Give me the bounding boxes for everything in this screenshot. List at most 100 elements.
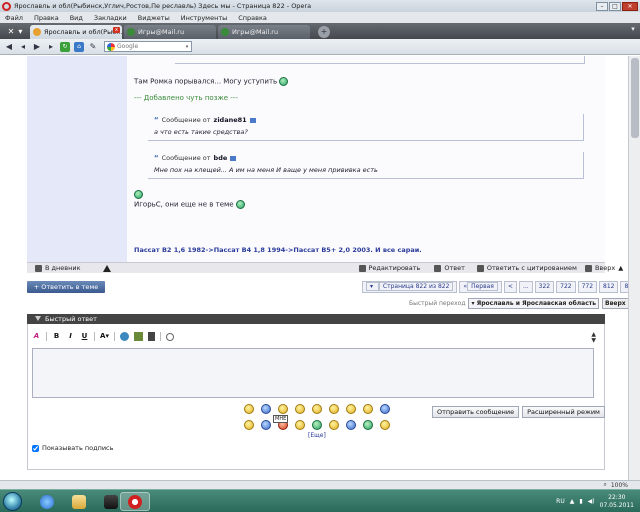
smiley-icon[interactable] <box>380 420 390 430</box>
quote-author[interactable]: zidane81 <box>214 116 247 124</box>
view-post-icon[interactable] <box>230 155 237 161</box>
quote-reply-button[interactable]: Ответить с цитированием <box>476 264 577 272</box>
smiley-icon[interactable] <box>261 404 271 414</box>
edit-pen-icon[interactable]: ✎ <box>88 42 98 52</box>
smiley-icon[interactable] <box>329 420 339 430</box>
search-box[interactable]: ▾ <box>104 41 192 52</box>
language-indicator[interactable]: RU <box>556 498 565 505</box>
scroll-top-button[interactable]: Вверх ▲ <box>584 264 623 272</box>
smiley-icon[interactable] <box>363 404 373 414</box>
insert-link-icon[interactable] <box>120 332 129 341</box>
toolbar-separator <box>114 332 115 341</box>
insert-image-icon[interactable] <box>134 332 143 341</box>
taskbar-opera[interactable] <box>120 492 150 511</box>
rewind-icon[interactable]: ◂ <box>18 42 28 52</box>
view-post-icon[interactable] <box>249 117 256 123</box>
more-smileys-link[interactable]: [Еще] <box>308 432 326 439</box>
search-engine-dropdown-icon[interactable]: ▾ <box>183 44 191 50</box>
tab-games-1[interactable]: Игры@Mail.ru <box>124 25 216 39</box>
resize-textarea-icon[interactable]: ▲ ▼ <box>591 332 596 344</box>
insert-quote-icon[interactable] <box>166 332 174 341</box>
maximize-button[interactable]: □ <box>609 1 621 11</box>
page-link[interactable]: 722 <box>556 281 576 293</box>
clock[interactable]: 22:30 07.05.2011 <box>600 494 634 510</box>
close-window-button[interactable]: ✕ <box>622 1 638 11</box>
minimize-button[interactable]: – <box>596 1 608 11</box>
menu-help[interactable]: Справка <box>238 14 267 22</box>
page-link[interactable]: 812 <box>599 281 619 293</box>
forward-arrow-icon[interactable]: ▶ <box>32 42 42 52</box>
quick-reply-header[interactable]: Быстрый ответ <box>27 314 605 324</box>
smiley-icon[interactable] <box>295 420 305 430</box>
fast-jump-go-button[interactable]: Вверх <box>602 298 629 309</box>
first-page-link[interactable]: «Первая <box>459 281 502 293</box>
collapse-icon[interactable] <box>35 316 41 321</box>
smiley-icon[interactable] <box>363 420 373 430</box>
page-link[interactable]: 322 <box>534 281 555 293</box>
scrollbar-thumb[interactable] <box>631 58 639 138</box>
menu-view[interactable]: Вид <box>70 14 83 22</box>
bold-button[interactable]: B <box>52 332 61 341</box>
smiley-icon[interactable] <box>295 404 305 414</box>
network-icon[interactable]: ▮ <box>579 498 582 505</box>
volume-icon[interactable]: ◀) <box>588 498 595 505</box>
tab-games-2[interactable]: Игры@Mail.ru <box>218 25 310 39</box>
smiley-icon[interactable] <box>261 420 271 430</box>
smiley-icon[interactable] <box>346 404 356 414</box>
smiley-icon[interactable] <box>329 404 339 414</box>
tab-forum[interactable]: Ярославль и обл(Рыб... x <box>30 25 122 39</box>
home-icon[interactable]: ⌂ <box>74 41 84 52</box>
smiley-icon[interactable] <box>346 420 356 430</box>
font-style-icon[interactable]: A <box>32 332 41 341</box>
tab-close-icon[interactable]: x <box>113 27 120 33</box>
underline-button[interactable]: U <box>80 332 89 341</box>
search-input[interactable] <box>117 43 183 50</box>
page-scrollbar[interactable] <box>628 56 640 489</box>
page-link[interactable]: 772 <box>577 281 598 293</box>
zoom-level[interactable]: 100% <box>611 482 628 489</box>
diary-button[interactable]: В дневник <box>35 264 81 272</box>
forum-select[interactable]: ▾ Ярославль и Ярославская область <box>468 298 600 309</box>
message-textarea[interactable] <box>32 348 594 398</box>
taskbar-ie[interactable] <box>32 492 62 511</box>
tab-list-icon[interactable]: ▾ <box>626 25 640 39</box>
italic-button[interactable]: I <box>66 332 75 341</box>
reply-in-thread-button[interactable]: + Ответить в теме <box>27 281 105 293</box>
tray-arrow-icon[interactable]: ▲ <box>570 498 575 505</box>
new-tab-button[interactable]: + <box>318 26 330 38</box>
reload-icon[interactable]: ↻ <box>60 41 70 52</box>
menu-edit[interactable]: Правка <box>34 14 59 22</box>
reply-button[interactable]: Ответ <box>434 264 465 272</box>
smiley-icon[interactable] <box>278 404 288 414</box>
font-color-button[interactable]: A▾ <box>100 332 109 341</box>
insert-video-icon[interactable] <box>148 332 155 341</box>
prev-page-link[interactable]: < <box>503 281 517 293</box>
edit-button[interactable]: Редактировать <box>358 264 420 272</box>
menu-file[interactable]: Файл <box>5 14 23 22</box>
smiley-icon[interactable] <box>312 404 322 414</box>
menu-bookmarks[interactable]: Закладки <box>94 14 127 22</box>
top-icon <box>584 264 592 272</box>
panel-toggle-icon[interactable]: ✕ <box>8 27 15 36</box>
smiley-row <box>232 420 402 430</box>
back-arrow-icon[interactable]: ◀ <box>4 42 14 52</box>
start-button[interactable] <box>3 492 22 511</box>
smiley-icon[interactable] <box>312 420 322 430</box>
quote-author[interactable]: bde <box>214 154 228 162</box>
page-info[interactable]: ▾ Страница 822 из 822 <box>362 281 458 293</box>
smiley-icon[interactable] <box>244 404 254 414</box>
tab-menu-icon[interactable]: ▾ <box>18 27 22 36</box>
zoom-icon[interactable]: ⌕ <box>603 481 606 489</box>
smiley-icon[interactable] <box>244 420 254 430</box>
show-signature-option[interactable]: Показывать подпись <box>32 444 113 452</box>
menu-bar: Файл Правка Вид Закладки Виджеты Инструм… <box>0 12 640 23</box>
taskbar-explorer[interactable] <box>64 492 94 511</box>
report-button[interactable] <box>102 264 111 272</box>
submit-message-button[interactable]: Отправить сообщение <box>432 406 520 418</box>
menu-widgets[interactable]: Виджеты <box>138 14 170 22</box>
menu-tools[interactable]: Инструменты <box>181 14 228 22</box>
show-signature-checkbox[interactable] <box>32 444 39 452</box>
advanced-mode-button[interactable]: Расширенный режим <box>522 406 605 418</box>
fast-forward-icon[interactable]: ▸ <box>46 42 56 52</box>
smiley-icon[interactable] <box>380 404 390 414</box>
